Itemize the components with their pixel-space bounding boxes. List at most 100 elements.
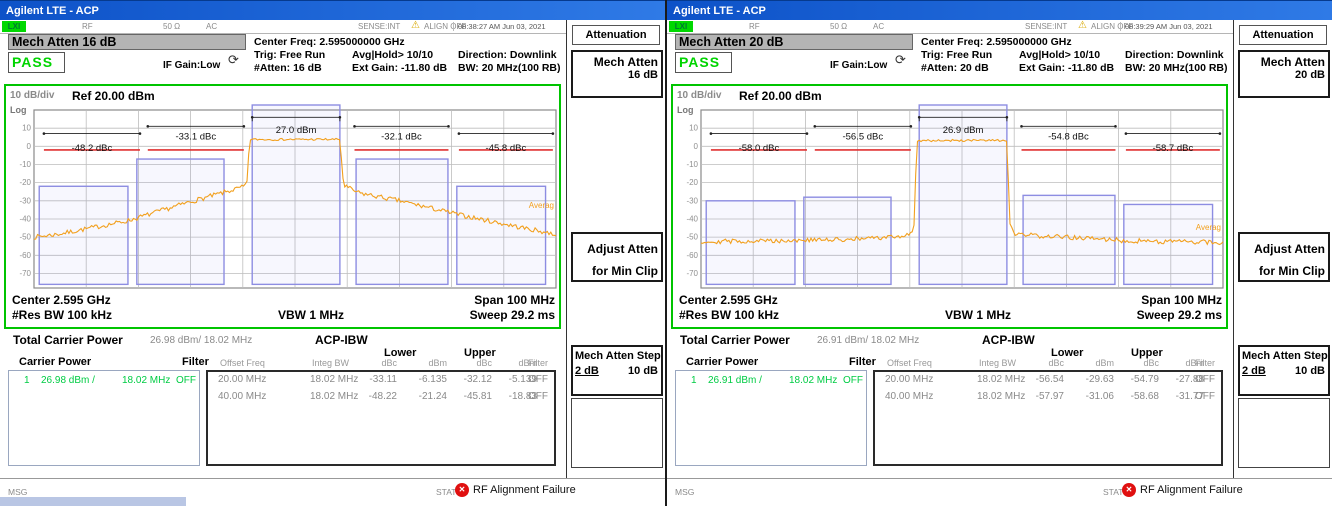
integ-bw-header: Integ BW [312, 358, 349, 368]
status-message: RF Alignment Failure [473, 484, 576, 496]
svg-text:-40: -40 [686, 214, 698, 223]
offset-row-cell: -31.06 [1068, 391, 1114, 402]
svg-text:0: 0 [27, 142, 32, 151]
offset-filter-header: Filter [528, 358, 548, 368]
svg-text:-58.7 dBc: -58.7 dBc [1153, 143, 1194, 154]
msg-label: MSG [8, 487, 27, 497]
svg-text:Averag: Averag [529, 201, 554, 210]
mech-atten-softkey[interactable]: Mech Atten 20 dB [1238, 50, 1330, 98]
offset-row-cell: -56.54 [1018, 374, 1064, 385]
window-titlebar: Agilent LTE - ACP [0, 0, 665, 20]
lower-dbm-header: dBm [1068, 358, 1114, 368]
msg-label: MSG [675, 487, 694, 497]
softkey-menu: Attenuation Mech Atten 16 dB Adjust Atte… [566, 20, 666, 478]
svg-text:-70: -70 [686, 269, 698, 278]
pass-label: PASS [676, 53, 731, 72]
measurement-banner: Mech Atten 16 dB [8, 34, 246, 50]
carrier-index: 1 [691, 375, 697, 386]
adjust-atten-softkey[interactable]: Adjust Atten for Min Clip [571, 232, 663, 282]
lower-dbc-header: dBc [351, 358, 397, 368]
total-carrier-power-value: 26.98 dBm/ 18.02 MHz [150, 335, 252, 346]
mech-atten-softkey-value: 16 dB [573, 69, 661, 81]
svg-text:-10: -10 [19, 160, 31, 169]
rf-indicator: RF [749, 22, 760, 31]
center-freq-footer: Center 2.595 GHz [679, 293, 778, 307]
svg-text:-60: -60 [19, 251, 31, 260]
offset-freq-header: Offset Freq [887, 358, 932, 368]
pass-indicator: PASS [8, 52, 65, 73]
error-icon: ✕ [1122, 483, 1136, 497]
offset-row-cell: OFF [1195, 391, 1215, 402]
direction-readout: Direction: Downlink [1125, 49, 1224, 61]
mech-atten-step-softkey[interactable]: Mech Atten Step 2 dB 10 dB [571, 345, 663, 396]
svg-text:-45.8 dBc: -45.8 dBc [486, 143, 527, 154]
trigger-readout: Trig: Free Run [254, 49, 325, 61]
menu-title: Attenuation [572, 25, 660, 45]
acp-ibw-label: ACP-IBW [315, 333, 368, 347]
datetime-display: 08:38:27 AM Jun 03, 2021 [453, 22, 565, 31]
dual-analyzer-workspace: Agilent LTE - ACP LXI RF 50 Ω AC SENSE:I… [0, 0, 1332, 506]
status-row: LXI RF 50 Ω AC SENSE:INT ⚠ ALIGN OFF 08:… [667, 20, 1233, 34]
bw-readout: BW: 20 MHz(100 RB) [458, 62, 561, 74]
offset-row-cell: OFF [528, 391, 548, 402]
align-warning-icon: ⚠ [411, 20, 420, 31]
vbw-footer: VBW 1 MHz [278, 308, 344, 322]
offset-row-cell: -21.24 [401, 391, 447, 402]
empty-softkey[interactable] [1238, 398, 1330, 468]
offset-row-cell: 20.00 MHz [885, 374, 933, 385]
carrier-filter-value: OFF [176, 375, 196, 386]
svg-text:0: 0 [694, 142, 699, 151]
svg-text:Averag: Averag [1196, 223, 1221, 232]
offset-row-cell: -48.22 [351, 391, 397, 402]
carrier-power-header: Carrier Power [19, 356, 91, 368]
lxi-badge: LXI [2, 21, 26, 32]
status-row: LXI RF 50 Ω AC SENSE:INT ⚠ ALIGN OFF 08:… [0, 20, 566, 34]
carrier-filter-header: Filter [182, 356, 209, 368]
window-title: Agilent LTE - ACP [667, 1, 1332, 21]
offset-row-cell: -33.11 [351, 374, 397, 385]
mech-atten-softkey-value: 20 dB [1240, 69, 1328, 81]
status-message: RF Alignment Failure [1140, 484, 1243, 496]
adjust-atten-softkey[interactable]: Adjust Atten for Min Clip [1238, 232, 1330, 282]
analyzer-window: Agilent LTE - ACP LXI RF 50 Ω AC SENSE:I… [666, 0, 1332, 506]
offset-row-cell: -58.68 [1113, 391, 1159, 402]
adjust-atten-line2: for Min Clip [573, 256, 661, 278]
offset-row-cell: 40.00 MHz [885, 391, 933, 402]
log-scale-label: Log [677, 105, 694, 115]
carrier-power-value: 26.91 dBm / [708, 375, 762, 386]
atten-readout: #Atten: 16 dB [254, 62, 322, 74]
svg-text:26.9 dBm: 26.9 dBm [943, 125, 984, 136]
ref-level-label: Ref 20.00 dBm [739, 89, 822, 103]
center-freq-footer: Center 2.595 GHz [12, 293, 111, 307]
impedance-indicator: 50 Ω [163, 22, 180, 31]
offset-row-cell: -54.79 [1113, 374, 1159, 385]
coupling-indicator: AC [206, 22, 217, 31]
center-freq-readout: Center Freq: 2.595000000 GHz [921, 36, 1072, 48]
lower-dbc-header: dBc [1018, 358, 1064, 368]
measurement-banner: Mech Atten 20 dB [675, 34, 913, 50]
log-scale-label: Log [10, 105, 27, 115]
mech-atten-step-label: Mech Atten Step [1240, 347, 1328, 362]
spectrum-chart: 100-10-20-30-40-50-60-70-58.0 dBc-56.5 d… [675, 104, 1227, 292]
bw-readout: BW: 20 MHz(100 RB) [1125, 62, 1228, 74]
offset-row-cell: -45.81 [446, 391, 492, 402]
svg-text:-32.1 dBc: -32.1 dBc [381, 131, 422, 142]
ref-level-label: Ref 20.00 dBm [72, 89, 155, 103]
svg-text:-33.1 dBc: -33.1 dBc [175, 131, 216, 142]
offset-row-cell: -32.12 [446, 374, 492, 385]
mech-atten-softkey[interactable]: Mech Atten 16 dB [571, 50, 663, 98]
empty-softkey[interactable] [571, 398, 663, 468]
sense-indicator: SENSE:INT [1025, 22, 1067, 31]
svg-text:-40: -40 [19, 214, 31, 223]
impedance-indicator: 50 Ω [830, 22, 847, 31]
svg-text:10: 10 [22, 124, 31, 133]
acp-ibw-label: ACP-IBW [982, 333, 1035, 347]
svg-text:-60: -60 [686, 251, 698, 260]
mech-atten-step-alt: 10 dB [1295, 365, 1325, 377]
res-bw-footer: #Res BW 100 kHz [679, 308, 779, 322]
datetime-display: 08:39:29 AM Jun 03, 2021 [1120, 22, 1232, 31]
upper-dbc-header: dBc [446, 358, 492, 368]
adjust-atten-line1: Adjust Atten [573, 234, 661, 256]
mech-atten-step-softkey[interactable]: Mech Atten Step 2 dB 10 dB [1238, 345, 1330, 396]
total-carrier-power-label: Total Carrier Power [680, 333, 790, 347]
